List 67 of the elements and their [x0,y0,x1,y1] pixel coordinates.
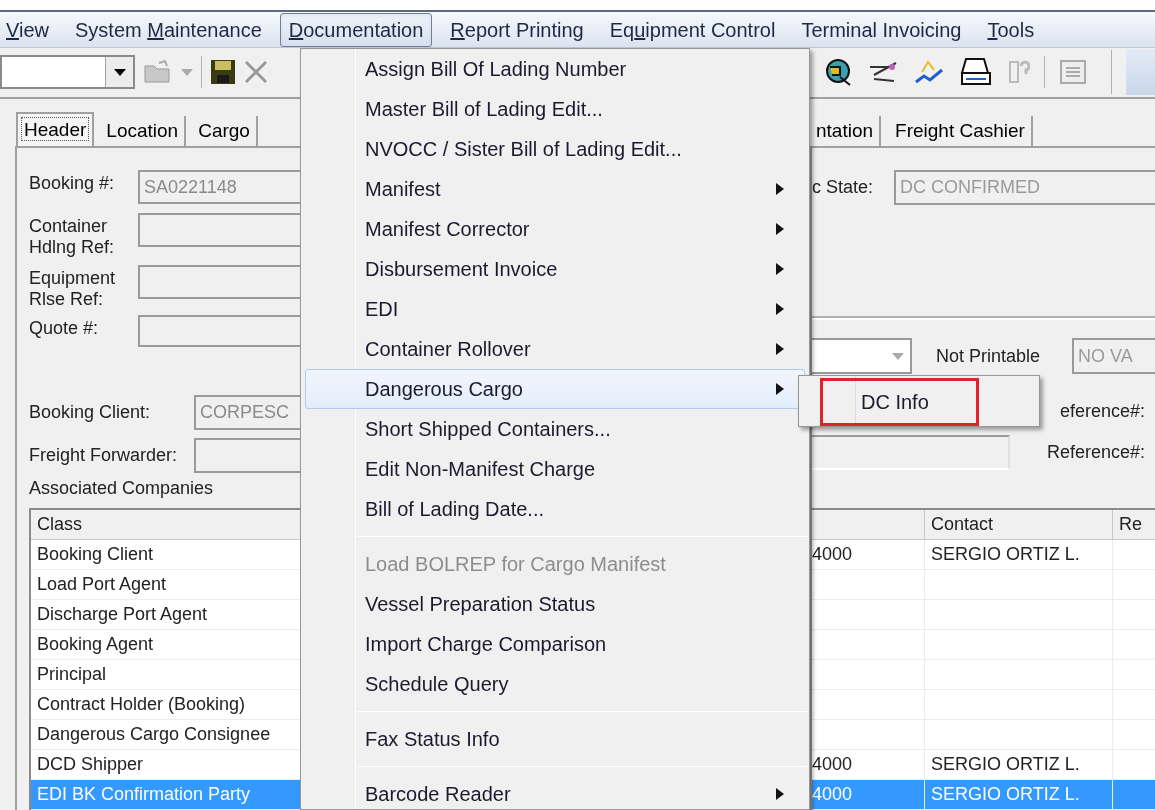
caret-icon [113,68,126,76]
caret-icon[interactable] [892,352,904,360]
field-label: Container Hdlng Ref: [29,215,116,258]
menu-item[interactable]: Dangerous Cargo [305,369,805,409]
input-field[interactable] [194,438,300,473]
menu-item[interactable]: Tools [979,12,1043,47]
menu-item[interactable]: Short Shipped Containers... [305,409,805,449]
menu-item[interactable]: Assign Bill Of Lading Number [305,49,805,89]
menu-item[interactable]: Import Charge Comparison [305,624,805,664]
tab[interactable]: ntation [810,116,882,146]
table-cell: SERGIO ORTIZ L. [925,750,1113,779]
table-cell: SERGIO ORTIZ L. [925,540,1113,569]
menu-item[interactable]: Barcode Reader [305,774,805,809]
list-icon[interactable] [1059,59,1087,86]
tab[interactable]: Freight Cashier [889,116,1033,146]
table-cell: SERGIO ORTIZ L. [925,780,1113,809]
menu-item[interactable]: Manifest [305,169,805,209]
menu-item[interactable]: NVOCC / Sister Bill of Lading Edit... [305,129,805,169]
dropdown-button[interactable] [105,57,133,88]
menu-item[interactable]: Edit Non-Manifest Charge [305,449,805,489]
section-title: Associated Companies [29,477,215,499]
menu-item[interactable]: Equipment Control [601,12,784,47]
field-label: Quote #: [29,317,100,339]
field-label: c State: [812,176,875,199]
menu-item[interactable]: Documentation [279,12,433,47]
menu-item[interactable]: Bill of Lading Date... [305,489,805,529]
field-label: Booking Client: [29,401,152,424]
menu-item[interactable]: EDI [305,289,805,329]
menu-item[interactable]: Report Printing [442,12,592,47]
menu-item[interactable]: Fax Status Info [305,719,805,759]
field-label: Equipment Rlse Ref: [29,267,117,310]
menu-item[interactable]: View [0,12,57,47]
menu-item[interactable]: Schedule Query [305,664,805,704]
table-cell: EDI BK Confirmation Party [31,780,300,810]
column-header: Contact [925,510,1113,539]
menu-item[interactable]: Container Rollover [305,329,805,369]
field-label: Booking #: [29,172,116,194]
field-label: eference#: [1059,400,1145,423]
tab[interactable]: Cargo [192,116,258,146]
table-cell: 4000 [812,540,925,569]
toolbar-background [1126,49,1155,96]
field-label: Not Printable [936,344,1042,368]
column-header: Class [31,510,300,540]
field-label: Freight Forwarder: [29,444,179,467]
field-label: Reference#: [1046,441,1146,464]
column-header: Re [1118,513,1143,536]
save-icon[interactable] [210,59,236,86]
table-cell: 4000 [812,750,925,779]
menu-item[interactable]: Manifest Corrector [305,209,805,249]
tab[interactable]: Header [16,112,95,146]
menu-item[interactable]: System Maintenance [67,12,270,47]
input-field[interactable] [812,435,1010,470]
table-cell: 4000 [812,780,925,809]
menu-item[interactable]: Terminal Invoicing [793,12,970,47]
tab[interactable]: Location [100,116,187,146]
caret-icon[interactable] [181,68,193,76]
menu-item[interactable]: DC Info [823,381,976,423]
input-field[interactable] [138,265,300,299]
menu-item[interactable]: Master Bill of Lading Edit... [305,89,805,129]
menu-item[interactable]: Vessel Preparation Status [305,584,805,624]
combo-box[interactable] [812,338,912,374]
folder-icon[interactable] [143,60,173,85]
input-field[interactable] [138,213,300,247]
printer-icon[interactable] [960,57,992,88]
input-field[interactable] [138,315,300,347]
menu-item[interactable]: Disbursement Invoice [305,249,805,289]
close-icon[interactable] [244,60,268,85]
